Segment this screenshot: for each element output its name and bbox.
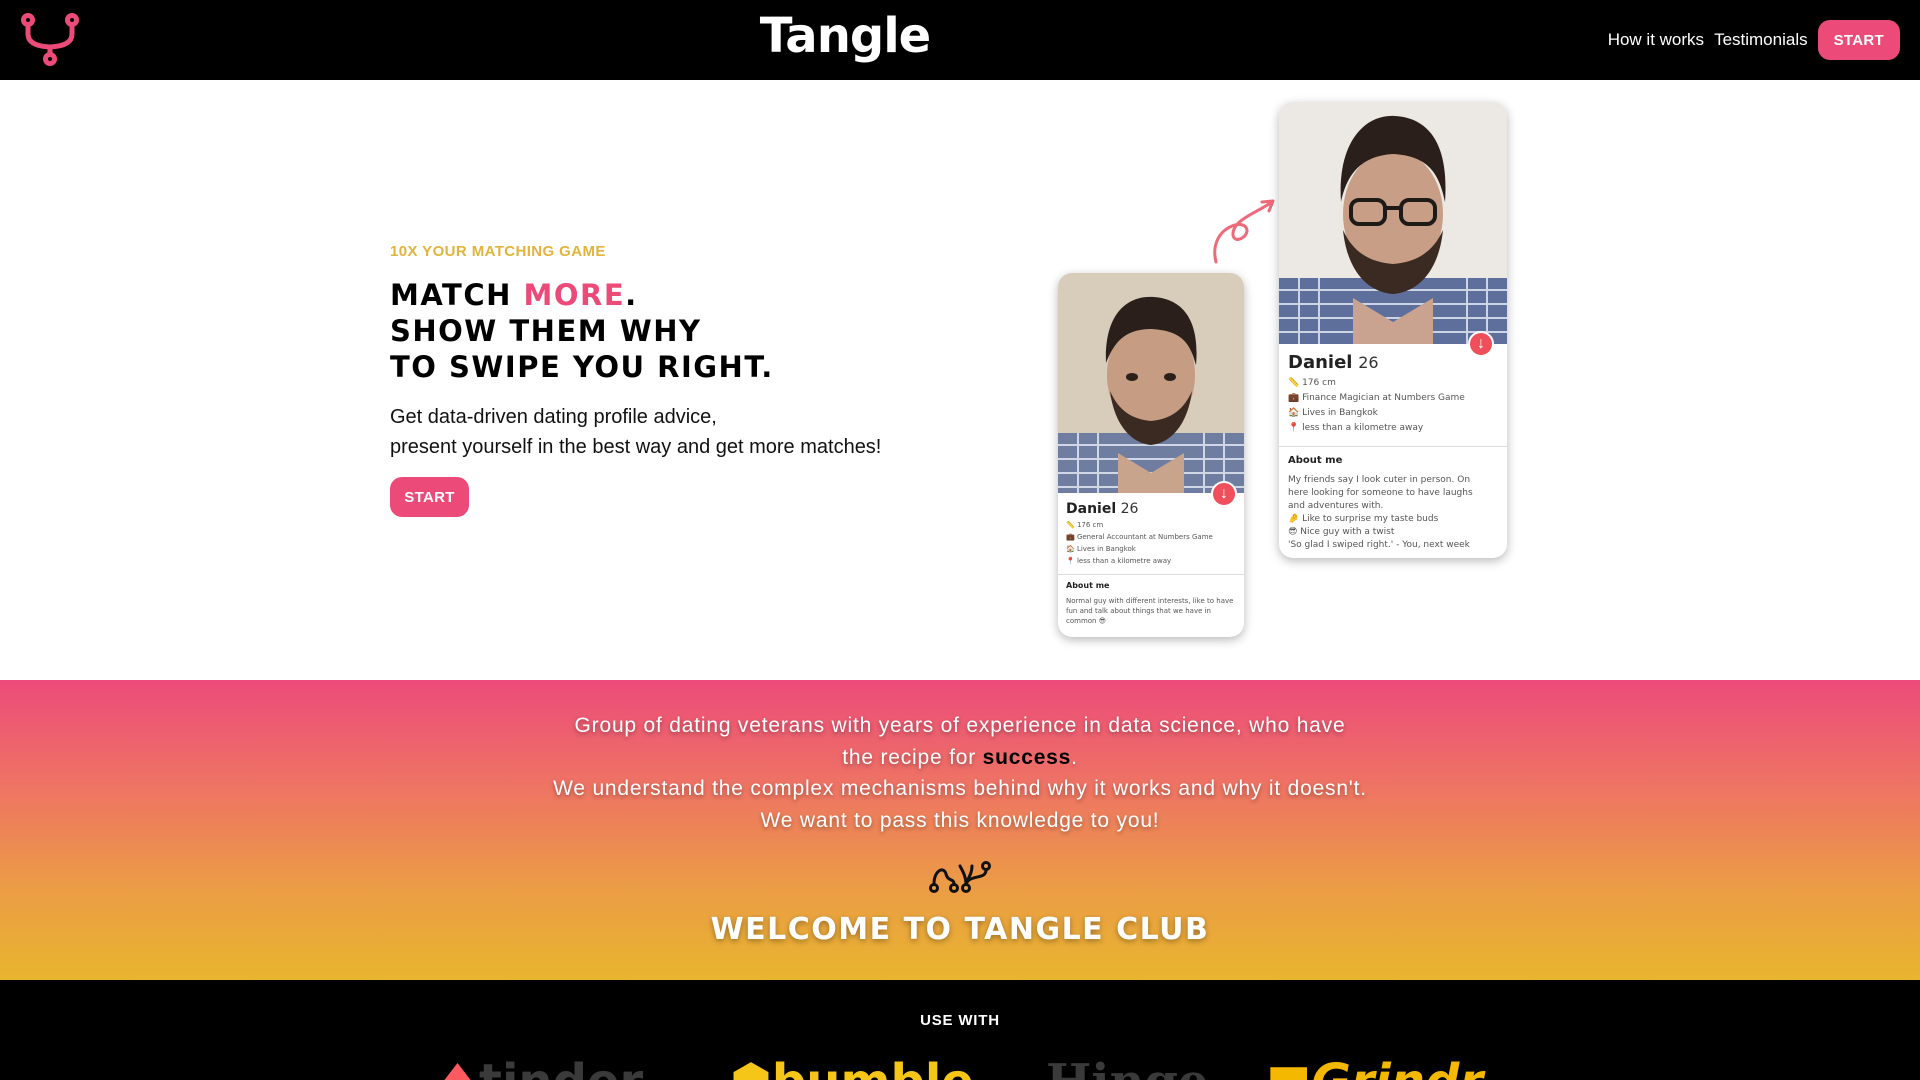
profile-location: 🏠 Lives in Bangkok	[1066, 545, 1136, 553]
hero-headline: MATCH MORE. SHOW THEM WHY TO SWIPE YOU R…	[390, 277, 774, 385]
about-line: and adventures with.	[1288, 501, 1384, 511]
curly-arrow-icon	[1213, 199, 1275, 264]
profile-name-after: Daniel 26	[1288, 352, 1498, 373]
profile-height: 📏 176 cm	[1288, 378, 1336, 388]
profile-job: 💼 General Accountant at Numbers Game	[1066, 533, 1213, 541]
profile-meta-after: 📏 176 cm 💼 Finance Magician at Numbers G…	[1288, 376, 1498, 436]
about-text-after: My friends say I look cuter in person. O…	[1288, 474, 1498, 552]
profile-distance-text: less than a kilometre away	[1302, 423, 1424, 433]
profile-photo-before	[1058, 273, 1244, 493]
about-line: My friends say I look cuter in person. O…	[1288, 475, 1471, 485]
profile-location: 🏠 Lives in Bangkok	[1288, 408, 1378, 418]
hero-section: 10X YOUR MATCHING GAME MATCH MORE. SHOW …	[0, 80, 1920, 680]
profile-name: Daniel	[1066, 501, 1117, 517]
profile-photo-after	[1279, 102, 1507, 344]
profile-job-text: Finance Magician at Numbers Game	[1302, 393, 1465, 403]
headline-line-2: SHOW THEM WHY	[390, 314, 702, 348]
tinder-logo-text: tinder	[479, 1054, 643, 1080]
profile-height: 📏 176 cm	[1066, 521, 1104, 529]
hero-lead-line-1: Get data-driven dating profile advice,	[390, 406, 717, 428]
top-navbar: Tangle How it works Testimonials START	[0, 0, 1920, 80]
success-highlight: success	[982, 745, 1072, 769]
profile-distance-text: less than a kilometre away	[1076, 557, 1172, 565]
tinder-flame-icon: ♦	[436, 1054, 479, 1080]
about-band: Group of dating veterans with years of e…	[0, 680, 1920, 980]
headline-highlight: MORE	[523, 278, 626, 312]
bumble-hex-icon: ⬢	[730, 1054, 772, 1080]
about-line-2-prefix: the recipe for	[842, 745, 983, 769]
bumble-logo-text: bumble	[772, 1054, 974, 1080]
hero-eyebrow: 10X YOUR MATCHING GAME	[390, 243, 606, 260]
headline-line-1: MATCH MORE.	[390, 277, 774, 313]
tinder-logo: ♦tinder	[436, 1058, 643, 1080]
profile-location-text: Lives in Bangkok	[1302, 408, 1378, 418]
brand-title[interactable]: Tangle	[0, 8, 1690, 64]
hero-lead-line-2: present yourself in the best way and get…	[390, 436, 882, 458]
card-divider	[1058, 574, 1244, 575]
profile-name: Daniel	[1288, 352, 1353, 373]
headline-prefix: MATCH	[390, 278, 524, 312]
about-text-before: Normal guy with different interests, lik…	[1066, 597, 1234, 625]
profile-name-before: Daniel 26	[1066, 501, 1236, 517]
about-title-after: About me	[1288, 455, 1343, 466]
profile-height-text: 176 cm	[1302, 378, 1336, 388]
profile-distance: 📍 less than a kilometre away	[1288, 423, 1424, 433]
profile-age: 26	[1358, 353, 1379, 372]
hero-start-button[interactable]: START	[390, 477, 469, 517]
profile-job-text: General Accountant at Numbers Game	[1076, 533, 1213, 541]
profile-meta-before: 📏 176 cm 💼 General Accountant at Numbers…	[1066, 519, 1236, 567]
grindr-mask-icon: ■	[1266, 1054, 1311, 1080]
about-line-2-suffix: .	[1071, 745, 1078, 769]
profile-info-before: Daniel 26 📏 176 cm 💼 General Accountant …	[1058, 501, 1244, 626]
profile-card-after: ↓ Daniel 26 📏 176 cm 💼 Finance Magician …	[1279, 102, 1507, 558]
profile-age: 26	[1120, 501, 1139, 517]
grindr-logo-text: Grindr	[1311, 1054, 1483, 1080]
bumble-logo: ⬢bumble	[730, 1058, 974, 1080]
hinge-logo: Hinge	[1046, 1058, 1209, 1080]
profile-card-before: ↓ Daniel 26 📏 176 cm 💼 General Accountan…	[1058, 273, 1244, 637]
profile-info-after: Daniel 26 📏 176 cm 💼 Finance Magician at…	[1279, 352, 1507, 552]
profile-location-text: Lives in Bangkok	[1076, 545, 1136, 553]
about-line-2: the recipe for success.	[0, 742, 1920, 774]
nav-link-testimonials[interactable]: Testimonials	[1714, 30, 1808, 50]
card-divider	[1279, 446, 1507, 447]
headline-line-3: TO SWIPE YOU RIGHT.	[390, 350, 774, 384]
nav-links: How it works Testimonials START	[1608, 20, 1900, 60]
about-line-4: We want to pass this knowledge to you!	[760, 808, 1160, 832]
hero-lead: Get data-driven dating profile advice, p…	[390, 402, 881, 462]
about-line: 🤌 Like to surprise my taste buds	[1288, 514, 1439, 524]
about-line-1: Group of dating veterans with years of e…	[574, 714, 1346, 737]
about-title-before: About me	[1066, 581, 1110, 590]
welcome-title: WELCOME TO TANGLE CLUB	[710, 912, 1210, 947]
about-line: 'So glad I swiped right.' - You, next we…	[1288, 540, 1470, 550]
headline-suffix: .	[625, 278, 638, 312]
about-line: 😎 Nice guy with a twist	[1288, 527, 1395, 537]
hinge-logo-text: Hinge	[1046, 1054, 1209, 1080]
profile-distance: 📍 less than a kilometre away	[1066, 557, 1172, 565]
use-with-section: USE WITH ♦tinder ⬢bumble Hinge ■Grindr	[0, 980, 1920, 1080]
profile-height-text: 176 cm	[1076, 521, 1104, 529]
about-line: here looking for someone to have laughs	[1288, 488, 1473, 498]
grindr-logo: ■Grindr	[1266, 1058, 1483, 1080]
nav-link-how-it-works[interactable]: How it works	[1608, 30, 1704, 50]
about-paragraph: Group of dating veterans with years of e…	[0, 710, 1920, 836]
about-line-3: We understand the complex mechanisms beh…	[553, 777, 1367, 800]
nav-start-button[interactable]: START	[1817, 20, 1900, 60]
profile-job: 💼 Finance Magician at Numbers Game	[1288, 393, 1465, 403]
tangle-knot-icon	[929, 861, 991, 893]
use-with-label: USE WITH	[920, 1012, 1000, 1029]
